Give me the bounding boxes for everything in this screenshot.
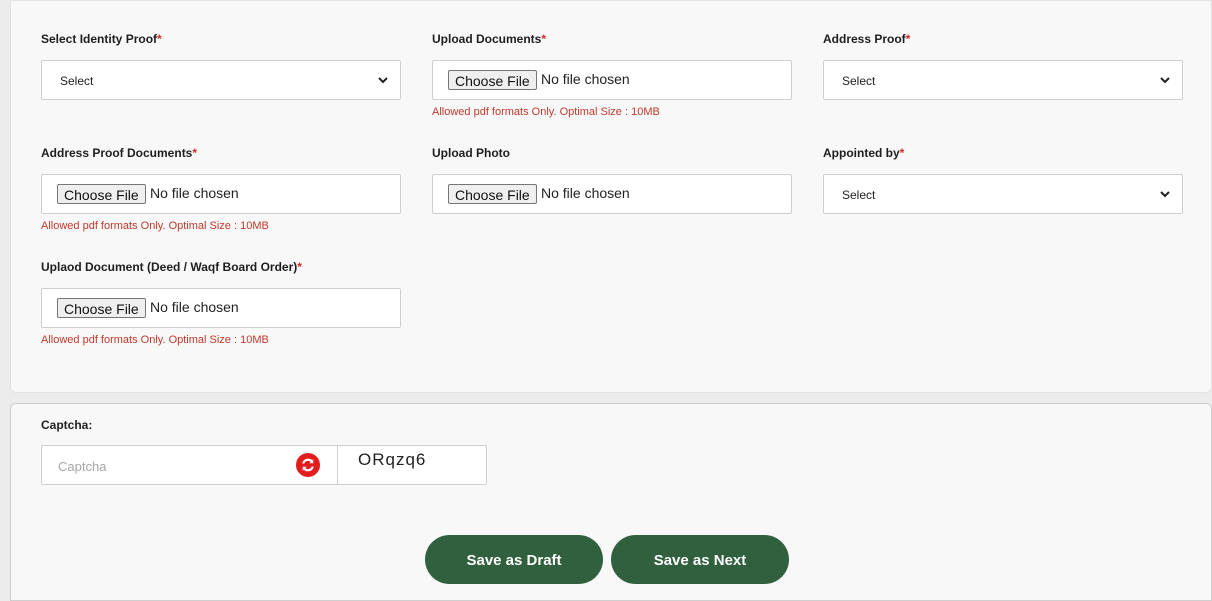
chevron-down-icon <box>378 77 388 84</box>
upload-photo-label: Upload Photo <box>432 146 510 160</box>
identity-proof-label: Select Identity Proof* <box>41 32 162 46</box>
captcha-input[interactable] <box>42 446 310 486</box>
address-proof-label: Address Proof* <box>823 32 911 46</box>
identity-proof-select-value: Select <box>60 74 94 88</box>
upload-documents-file-input[interactable]: Choose File No file chosen <box>432 60 792 100</box>
appointed-by-label: Appointed by* <box>823 146 905 160</box>
appointed-by-select[interactable]: Select <box>823 174 1183 214</box>
deed-document-choose-file-button[interactable]: Choose File <box>57 298 146 318</box>
chevron-down-icon <box>1160 191 1170 198</box>
address-proof-documents-file-status: No file chosen <box>150 185 239 201</box>
captcha-field <box>41 445 337 486</box>
address-proof-documents-file-input[interactable]: Choose File No file chosen <box>41 174 401 214</box>
deed-document-file-input[interactable]: Choose File No file chosen <box>41 288 401 328</box>
address-proof-documents-hint: Allowed pdf formats Only. Optimal Size :… <box>41 220 269 232</box>
identity-proof-select[interactable]: Select <box>41 60 401 100</box>
address-proof-select-value: Select <box>842 74 876 88</box>
required-marker: * <box>905 32 911 46</box>
captcha-label: Captcha: <box>41 418 93 432</box>
upload-documents-file-status: No file chosen <box>541 71 630 87</box>
captcha-card: Captcha: ORqzq6 Save as Draft Save as Ne… <box>10 403 1212 601</box>
upload-documents-hint: Allowed pdf formats Only. Optimal Size :… <box>432 106 660 118</box>
deed-document-label: Uplaod Document (Deed / Waqf Board Order… <box>41 260 302 274</box>
address-proof-select[interactable]: Select <box>823 60 1183 100</box>
upload-photo-file-status: No file chosen <box>541 185 630 201</box>
deed-document-hint: Allowed pdf formats Only. Optimal Size :… <box>41 334 269 346</box>
refresh-captcha-button[interactable] <box>296 453 320 477</box>
documents-form-card: Select Identity Proof* Select Upload Doc… <box>10 0 1212 393</box>
save-as-next-button[interactable]: Save as Next <box>611 535 789 584</box>
address-proof-documents-choose-file-button[interactable]: Choose File <box>57 184 146 204</box>
upload-photo-file-input[interactable]: Choose File No file chosen <box>432 174 792 214</box>
required-marker: * <box>297 260 302 274</box>
required-marker: * <box>541 32 547 46</box>
required-marker: * <box>157 32 162 46</box>
address-proof-documents-label: Address Proof Documents* <box>41 146 198 160</box>
captcha-code-display: ORqzq6 <box>337 445 487 485</box>
upload-documents-label: Upload Documents* <box>432 32 547 46</box>
required-marker: * <box>192 146 198 160</box>
deed-document-file-status: No file chosen <box>150 299 239 315</box>
upload-documents-choose-file-button[interactable]: Choose File <box>448 70 537 90</box>
upload-photo-choose-file-button[interactable]: Choose File <box>448 184 537 204</box>
required-marker: * <box>899 146 905 160</box>
captcha-code: ORqzq6 <box>358 450 427 469</box>
refresh-icon <box>302 458 314 472</box>
chevron-down-icon <box>1160 77 1170 84</box>
appointed-by-select-value: Select <box>842 188 876 202</box>
save-as-draft-button[interactable]: Save as Draft <box>425 535 603 584</box>
